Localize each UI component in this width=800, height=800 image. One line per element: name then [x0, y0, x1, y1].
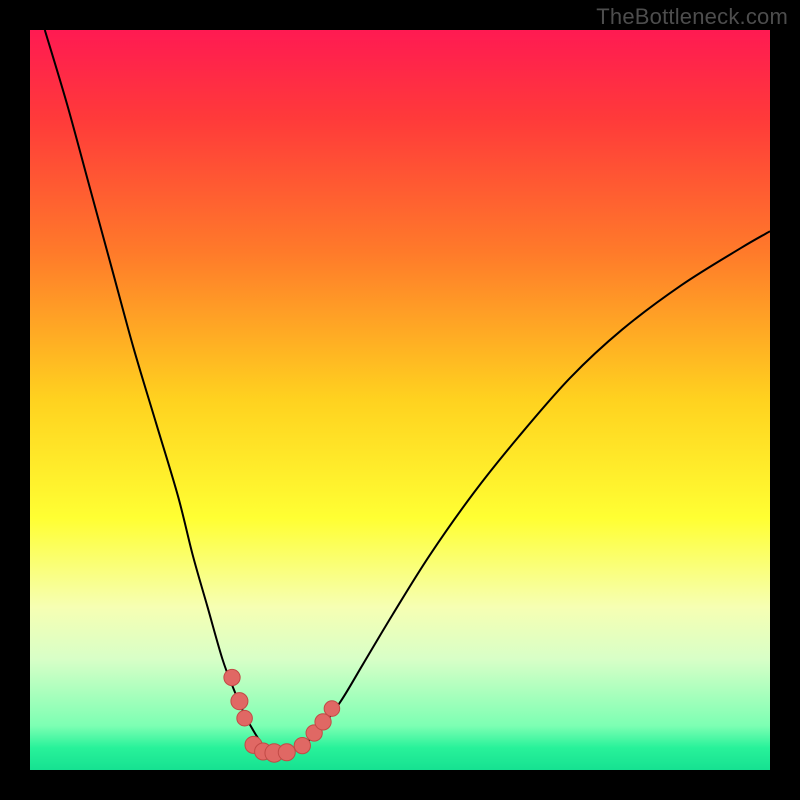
chart-background [30, 30, 770, 770]
curve-marker [237, 710, 253, 726]
chart-svg [30, 30, 770, 770]
watermark-text: TheBottleneck.com [596, 4, 788, 30]
curve-marker [231, 693, 248, 710]
curve-marker [224, 669, 240, 685]
curve-marker [294, 737, 310, 753]
curve-marker [324, 701, 340, 717]
chart-area [30, 30, 770, 770]
curve-marker [278, 744, 295, 761]
